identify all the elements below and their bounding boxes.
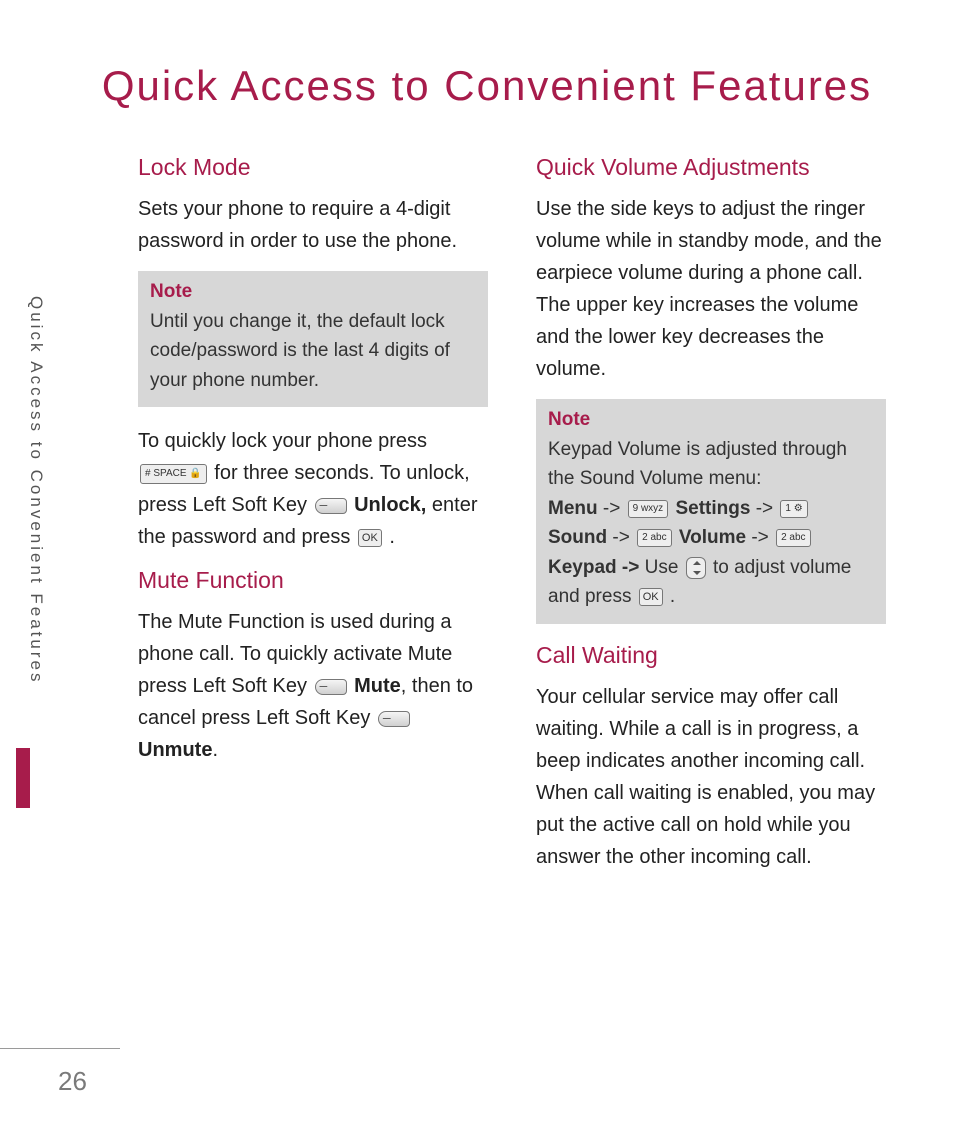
side-label-strip: Quick Access to Convenient Features xyxy=(26,296,64,736)
page-number: 26 xyxy=(58,1066,87,1097)
heading-lock-mode: Lock Mode xyxy=(138,154,488,181)
volume-note-box: Note Keypad Volume is adjusted through t… xyxy=(536,399,886,624)
menu-label: Menu xyxy=(548,498,598,519)
heading-call-waiting: Call Waiting xyxy=(536,642,886,669)
key-9-icon: 9 wxyz xyxy=(628,500,669,518)
text-fragment: Keypad Volume is adjusted through the So… xyxy=(548,439,847,489)
settings-label: Settings xyxy=(675,498,750,519)
ok-key-icon: OK xyxy=(639,588,663,606)
lock-note-body: Until you change it, the default lock co… xyxy=(150,307,476,395)
note-heading: Note xyxy=(548,409,874,431)
lock-note-box: Note Until you change it, the default lo… xyxy=(138,271,488,407)
right-column: Quick Volume Adjustments Use the side ke… xyxy=(536,154,886,887)
bottom-divider xyxy=(0,1048,120,1049)
nav-key-icon xyxy=(686,557,706,579)
left-soft-key-icon xyxy=(315,679,347,695)
left-soft-key-icon xyxy=(378,711,410,727)
note-heading: Note xyxy=(150,281,476,303)
key-2-icon: 2 abc xyxy=(776,529,810,547)
hash-key-icon: # SPACE 🔒 xyxy=(140,464,207,484)
lock-mode-instructions: To quickly lock your phone press # SPACE… xyxy=(138,425,488,553)
heading-mute-function: Mute Function xyxy=(138,567,488,594)
left-soft-key-icon xyxy=(315,498,347,514)
manual-page: Quick Access to Convenient Features Quic… xyxy=(0,0,954,1145)
unlock-label: Unlock, xyxy=(354,494,426,516)
period: . xyxy=(212,739,218,761)
arrow: -> xyxy=(612,527,629,548)
arrow: -> xyxy=(751,527,768,548)
arrow: -> xyxy=(756,498,773,519)
unmute-label: Unmute xyxy=(138,739,212,761)
period: . xyxy=(670,586,675,607)
sound-label: Sound xyxy=(548,527,607,548)
arrow: -> xyxy=(603,498,620,519)
mute-instructions: The Mute Function is used during a phone… xyxy=(138,606,488,766)
heading-quick-volume: Quick Volume Adjustments xyxy=(536,154,886,181)
text-fragment: Use xyxy=(645,557,679,578)
text-fragment: To quickly lock your phone press xyxy=(138,430,427,452)
page-title: Quick Access to Convenient Features xyxy=(30,62,894,110)
key-1-icon: 1 ⚙ xyxy=(780,500,807,518)
mute-label: Mute xyxy=(354,675,401,697)
left-column: Lock Mode Sets your phone to require a 4… xyxy=(138,154,488,887)
volume-note-body: Keypad Volume is adjusted through the So… xyxy=(548,435,874,612)
call-waiting-body: Your cellular service may offer call wai… xyxy=(536,681,886,873)
ok-key-icon: OK xyxy=(358,529,382,547)
keypad-label: Keypad -> xyxy=(548,557,639,578)
key-2-icon: 2 abc xyxy=(637,529,671,547)
content-columns: Lock Mode Sets your phone to require a 4… xyxy=(138,154,894,887)
side-accent-bar xyxy=(16,748,30,808)
side-label-text: Quick Access to Convenient Features xyxy=(26,296,46,736)
volume-label: Volume xyxy=(679,527,746,548)
period: . xyxy=(389,526,395,548)
quick-volume-intro: Use the side keys to adjust the ringer v… xyxy=(536,193,886,385)
lock-mode-intro: Sets your phone to require a 4-digit pas… xyxy=(138,193,488,257)
